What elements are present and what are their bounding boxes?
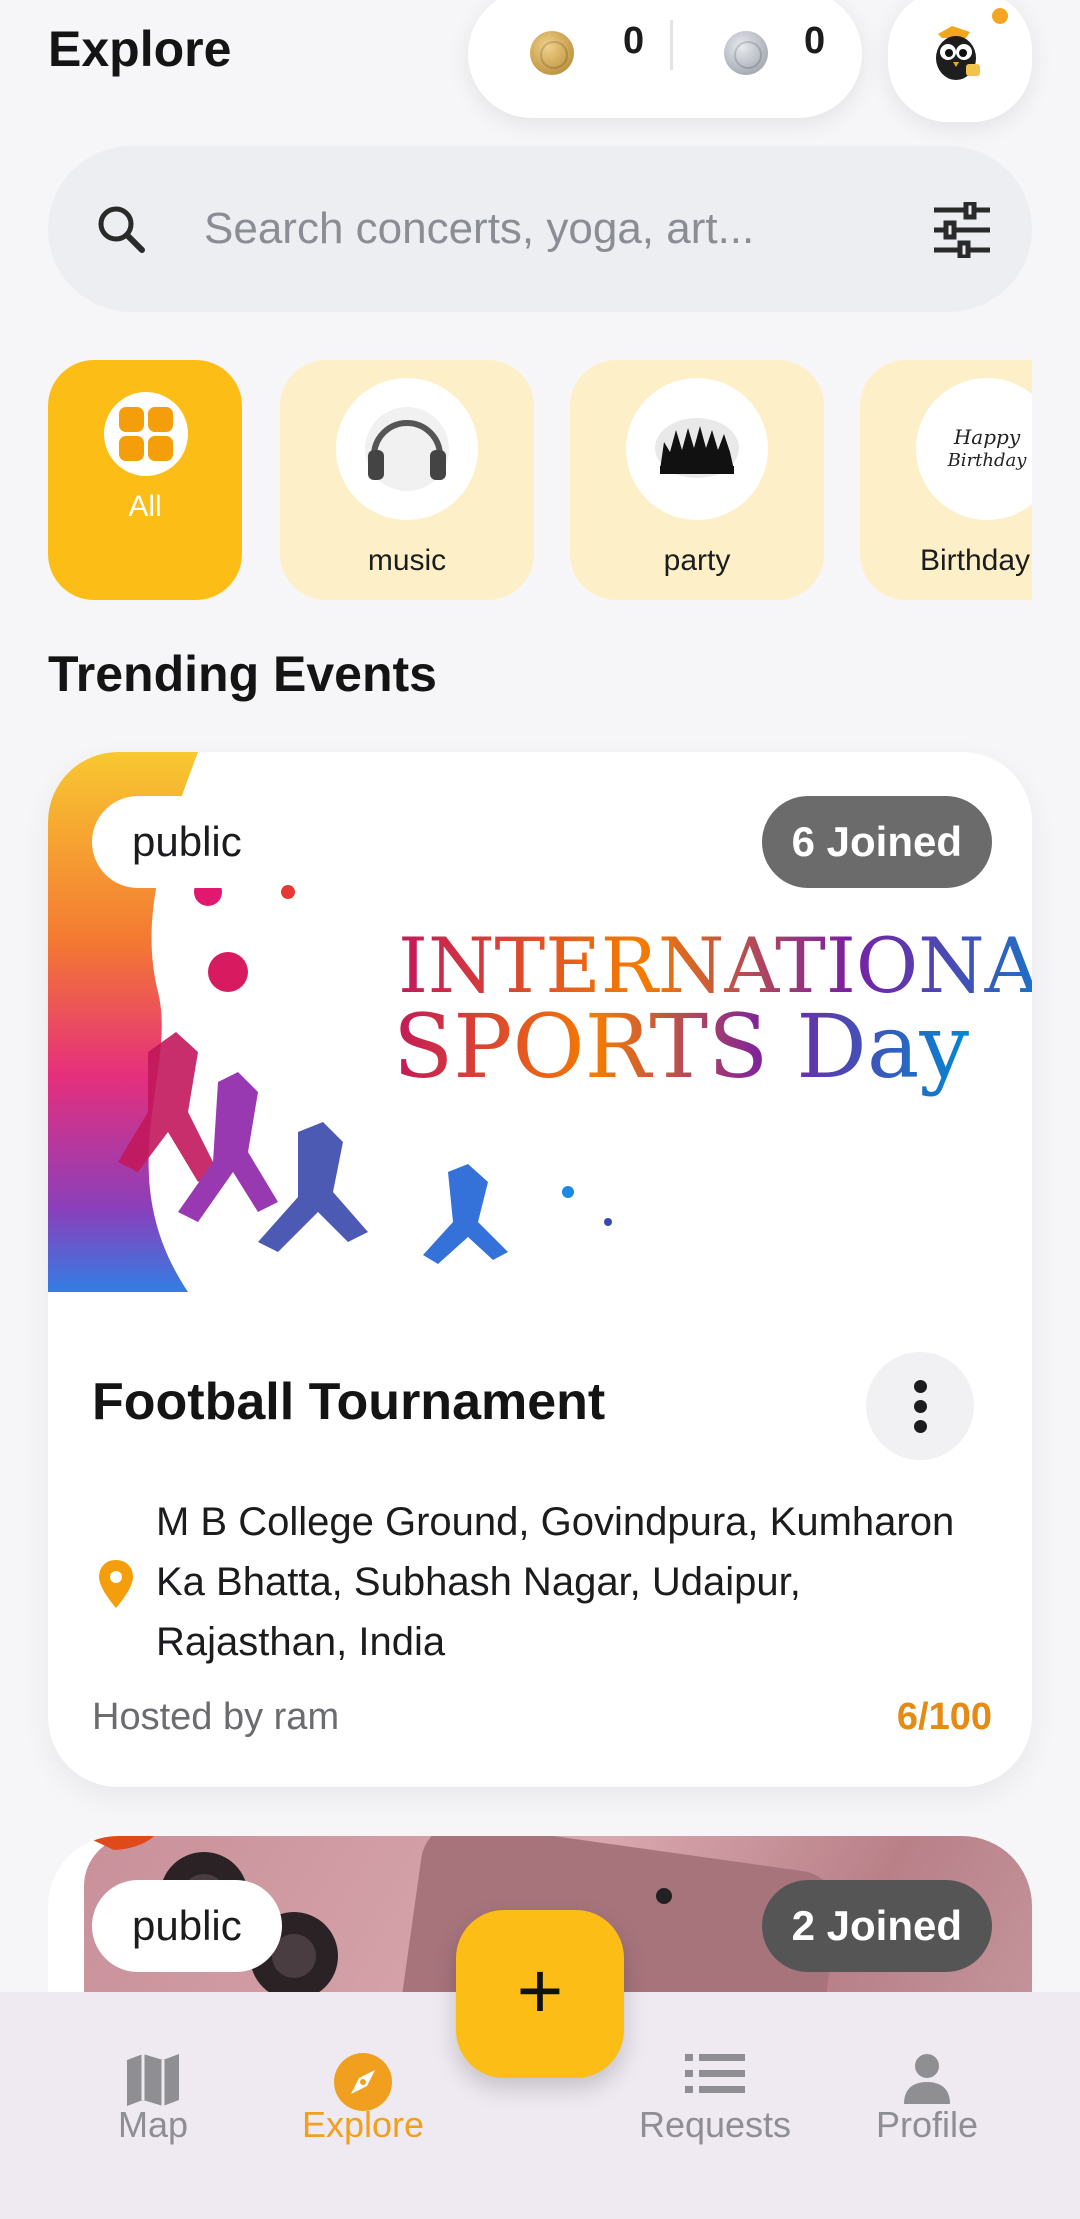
grid-icon: [104, 392, 188, 476]
category-birthday[interactable]: Happy Birthday Birthday: [860, 360, 1032, 600]
joined-badge: 2 Joined: [761, 1880, 992, 1972]
svg-text:Birthday: Birthday: [947, 450, 1028, 471]
nav-label: Explore: [301, 2104, 425, 2145]
joined-badge: 6 Joined: [761, 796, 992, 888]
plus-icon: +: [516, 1946, 564, 2035]
search-input[interactable]: [204, 186, 844, 272]
event-capacity: 6/100: [896, 1696, 992, 1738]
search-icon: [98, 206, 145, 253]
nav-label: Profile: [875, 2104, 979, 2145]
map-icon: [127, 2054, 179, 2106]
gold-coin-count: 0: [623, 20, 645, 62]
nav-requests[interactable]: Requests: [630, 1992, 800, 2219]
event-address: M B College Ground, Govindpura, Kumharon…: [156, 1500, 955, 1664]
coin-balance-pill[interactable]: 0 0: [468, 0, 862, 118]
section-title: Trending Events: [48, 646, 437, 702]
notification-dot: [992, 8, 1008, 24]
owl-mascot-icon: [936, 26, 980, 80]
nav-label: Requests: [638, 2104, 792, 2145]
category-label: party: [663, 544, 731, 577]
nav-profile[interactable]: Profile: [852, 1992, 1002, 2219]
banner-title-line2: SPORTS Day: [393, 995, 969, 1098]
category-all[interactable]: All: [48, 360, 242, 600]
birthday-icon: Happy Birthday: [916, 378, 1032, 520]
compass-icon: [334, 2053, 392, 2111]
search-bar[interactable]: [48, 146, 1032, 312]
event-title: Football Tournament: [92, 1373, 606, 1431]
visibility-badge: public: [92, 1880, 282, 1972]
category-label: music: [367, 544, 447, 577]
location-pin-icon: [99, 1560, 133, 1608]
avatar-button[interactable]: [888, 0, 1032, 122]
svg-text:Happy: Happy: [953, 425, 1021, 449]
more-options-button[interactable]: [866, 1352, 974, 1460]
create-event-button[interactable]: +: [456, 1910, 624, 2078]
headphones-icon: [336, 378, 478, 520]
header: Explore 0 0: [0, 0, 1080, 130]
divider: [670, 20, 673, 70]
category-party[interactable]: party: [570, 360, 824, 600]
list-icon: [685, 2054, 745, 2093]
nav-label: Map: [117, 2104, 189, 2145]
gold-coin-icon: [530, 31, 574, 75]
event-host: Hosted by ram: [92, 1696, 340, 1738]
category-music[interactable]: music: [280, 360, 534, 600]
nav-explore[interactable]: Explore: [288, 1992, 438, 2219]
category-label: All: [128, 490, 162, 523]
silver-coin-icon: [724, 31, 768, 75]
page-title: Explore: [48, 21, 232, 77]
category-list: All music party Happy Birthday Birthday: [48, 360, 1032, 600]
filter-sliders-icon[interactable]: [932, 202, 992, 258]
nav-map[interactable]: Map: [78, 1992, 228, 2219]
category-label: Birthday: [920, 544, 1031, 577]
event-card[interactable]: INTERNATIONAL SPORTS Day public 6 Joined…: [48, 752, 1032, 1787]
person-icon: [904, 2054, 950, 2104]
visibility-badge: public: [92, 796, 282, 888]
party-crowd-icon: [626, 378, 768, 520]
silver-coin-count: 0: [804, 20, 826, 62]
